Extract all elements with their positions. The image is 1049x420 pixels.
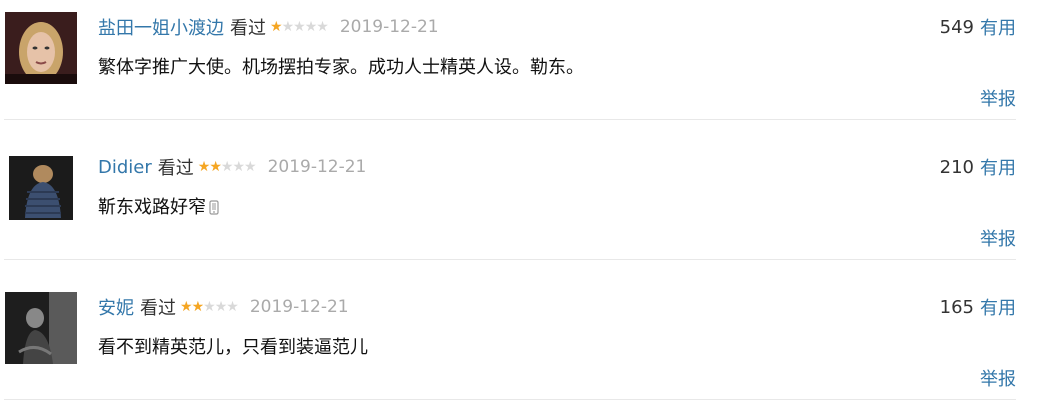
comment-header: Didier 看过 ★ ★ ★ ★ ★ 2019-12-21: [98, 153, 366, 181]
star-icon-empty: ★: [316, 19, 329, 35]
user-avatar-image: [5, 12, 77, 84]
star-icon-empty: ★: [220, 159, 234, 175]
star-icon-filled: ★: [270, 19, 283, 35]
watch-status: 看过: [157, 158, 194, 179]
star-icon-filled: ★: [197, 159, 211, 175]
star-icon-empty: ★: [214, 299, 228, 315]
user-avatar-image: [5, 152, 77, 224]
comment-text-content: 看不到精英范儿，只看到装逼范儿: [98, 337, 368, 358]
useful-button[interactable]: 有用: [980, 14, 1016, 40]
rating-stars: ★ ★ ★ ★ ★: [180, 299, 239, 315]
vote-count: 549: [939, 16, 974, 38]
useful-button[interactable]: 有用: [980, 154, 1016, 180]
comment-item: 安妮 看过 ★ ★ ★ ★ ★ 2019-12-21 165 有用 看不到精英范儿，只看…: [0, 280, 1049, 420]
rating-stars: ★ ★ ★ ★ ★: [270, 19, 329, 35]
watch-status: 看过: [140, 298, 176, 319]
report-button[interactable]: 举报: [980, 365, 1016, 391]
vote-area: 165 有用: [940, 293, 1016, 321]
star-icon-filled: ★: [209, 159, 222, 175]
star-icon-empty: ★: [226, 299, 239, 315]
star-icon-empty: ★: [293, 19, 306, 35]
divider: [4, 259, 1016, 260]
useful-button[interactable]: 有用: [980, 294, 1016, 320]
comment-date: 2019-12-21: [339, 17, 439, 37]
divider: [4, 119, 1016, 120]
vote-area: 549 有用: [940, 13, 1016, 41]
star-icon-empty: ★: [244, 159, 257, 175]
avatar[interactable]: [5, 152, 77, 224]
username-link[interactable]: Didier: [98, 157, 152, 178]
vote-count: 210: [939, 156, 974, 178]
comment-text: 繁体字推广大使。机场摆拍专家。成功人士精英人设。勒东。: [98, 53, 584, 79]
vote-count: 165: [939, 296, 974, 318]
watch-status: 看过: [230, 18, 266, 39]
report-button[interactable]: 举报: [980, 85, 1016, 111]
comment-item: Didier 看过 ★ ★ ★ ★ ★ 2019-12-21 210 有用 靳东戏路好窄…: [0, 140, 1049, 280]
report-button[interactable]: 举报: [980, 225, 1016, 251]
comment-header: 盐田一姐小渡边 看过 ★ ★ ★ ★ ★ 2019-12-21: [98, 13, 439, 41]
comment-date: 2019-12-21: [267, 157, 367, 177]
comment-text: 看不到精英范儿，只看到装逼范儿: [98, 333, 368, 359]
star-icon-filled: ★: [191, 299, 205, 315]
mobile-phone-icon: [209, 199, 219, 220]
vote-area: 210 有用: [940, 153, 1016, 181]
avatar[interactable]: [5, 12, 77, 84]
user-avatar-image: [5, 292, 77, 364]
comment-header: 安妮 看过 ★ ★ ★ ★ ★ 2019-12-21: [98, 293, 349, 321]
comment-text-content: 繁体字推广大使。机场摆拍专家。成功人士精英人设。勒东。: [98, 57, 584, 78]
comment-item: 盐田一姐小渡边 看过 ★ ★ ★ ★ ★ 2019-12-21 549 有用 繁体字推广…: [0, 0, 1049, 140]
star-icon-empty: ★: [232, 159, 245, 175]
rating-stars: ★ ★ ★ ★ ★: [197, 159, 257, 175]
star-icon-empty: ★: [281, 19, 295, 35]
star-icon-filled: ★: [180, 299, 193, 315]
comment-text: 靳东戏路好窄: [98, 193, 219, 219]
comment-text-content: 靳东戏路好窄: [98, 197, 206, 218]
username-link[interactable]: 盐田一姐小渡边: [98, 14, 224, 40]
username-link[interactable]: 安妮: [98, 294, 134, 320]
divider: [4, 399, 1016, 400]
star-icon-empty: ★: [203, 299, 216, 315]
avatar[interactable]: [5, 292, 77, 364]
star-icon-empty: ★: [304, 19, 318, 35]
comment-date: 2019-12-21: [249, 297, 349, 317]
